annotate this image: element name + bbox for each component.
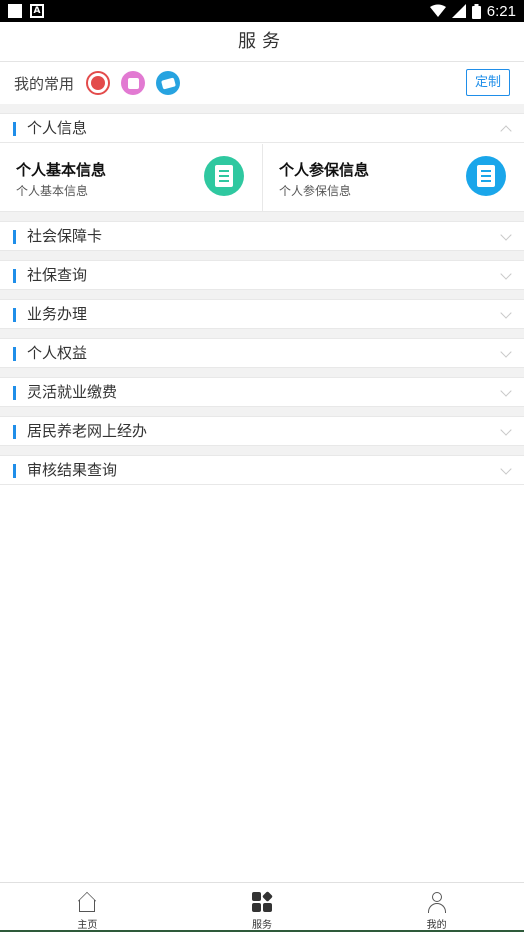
section-accent-bar: [13, 386, 16, 400]
divider: [0, 329, 524, 338]
section-header-personal-info[interactable]: 个人信息: [0, 113, 524, 143]
chevron-down-icon: [500, 385, 512, 397]
section-label: 灵活就业缴费: [27, 383, 118, 401]
section-label: 个人信息: [27, 119, 88, 137]
tab-label: 服务: [252, 920, 272, 931]
section-accent-bar: [13, 269, 16, 283]
bottom-tab-bar: 主页 服务 我的: [0, 882, 524, 932]
tab-label: 我的: [426, 920, 447, 931]
section-header-business[interactable]: 业务办理: [0, 299, 524, 329]
divider: [0, 368, 524, 377]
person-icon: [426, 891, 448, 913]
tab-mine[interactable]: 我的: [349, 883, 524, 932]
tab-label: 主页: [77, 920, 98, 931]
battery-icon: [471, 3, 481, 19]
id-document-icon: [204, 156, 244, 196]
card-title: 个人参保信息: [279, 161, 370, 179]
chevron-down-icon: [500, 346, 512, 358]
card-subtitle: 个人参保信息: [279, 184, 352, 198]
divider: [0, 251, 524, 260]
section-accent-bar: [13, 425, 16, 439]
page-title: 服务: [0, 22, 524, 62]
chevron-down-icon: [500, 229, 512, 241]
divider: [0, 407, 524, 416]
grid-icon: [251, 891, 273, 913]
section-header-flexible-employment[interactable]: 灵活就业缴费: [0, 377, 524, 407]
section-label: 社会保障卡: [27, 227, 103, 245]
chevron-down-icon: [500, 307, 512, 319]
home-icon: [76, 891, 98, 913]
insurance-document-icon: [466, 156, 506, 196]
card-icon[interactable]: [156, 71, 181, 95]
section-accent-bar: [13, 347, 16, 361]
divider: [0, 446, 524, 455]
customize-button[interactable]: 定制: [466, 69, 510, 96]
section-label: 居民养老网上经办: [27, 422, 148, 440]
section-label: 审核结果查询: [27, 461, 118, 479]
section-accent-bar: [13, 122, 16, 136]
favorites-row: 我的常用 定制: [0, 62, 524, 104]
tab-service[interactable]: 服务: [175, 883, 350, 932]
chevron-down-icon: [500, 463, 512, 475]
status-time: 6:21: [486, 2, 516, 20]
document-image-icon[interactable]: [121, 71, 146, 95]
card-subtitle: 个人基本信息: [16, 184, 89, 198]
section-header-social-security-card[interactable]: 社会保障卡: [0, 221, 524, 251]
section-header-social-security-query[interactable]: 社保查询: [0, 260, 524, 290]
basic-info-card[interactable]: 个人基本信息 个人基本信息: [0, 144, 262, 211]
section-accent-bar: [13, 308, 16, 322]
divider: [0, 290, 524, 299]
section-header-review-results[interactable]: 审核结果查询: [0, 455, 524, 485]
chevron-up-icon: [500, 125, 512, 137]
section-label: 社保查询: [27, 266, 88, 284]
section-label: 个人权益: [27, 344, 88, 362]
card-title: 个人基本信息: [16, 161, 107, 179]
favorites-label: 我的常用: [14, 74, 75, 93]
section-label: 业务办理: [27, 305, 88, 323]
chevron-down-icon: [500, 268, 512, 280]
personal-info-cards: 个人基本信息 个人基本信息 个人参保信息 个人参保信息: [0, 144, 524, 212]
status-bar: A 6:21: [0, 0, 524, 22]
wifi-icon: [429, 4, 446, 17]
divider: [0, 212, 524, 221]
section-header-pension-online[interactable]: 居民养老网上经办: [0, 416, 524, 446]
tab-home[interactable]: 主页: [0, 883, 175, 932]
section-accent-bar: [13, 464, 16, 478]
signal-icon: [451, 4, 466, 18]
section-header-personal-rights[interactable]: 个人权益: [0, 338, 524, 368]
a-notification-icon: A: [30, 4, 44, 18]
notification-icon: [8, 4, 22, 18]
chevron-down-icon: [500, 424, 512, 436]
section-accent-bar: [13, 230, 16, 244]
insurance-info-card[interactable]: 个人参保信息 个人参保信息: [262, 144, 524, 211]
social-security-logo-icon[interactable]: [86, 71, 111, 95]
